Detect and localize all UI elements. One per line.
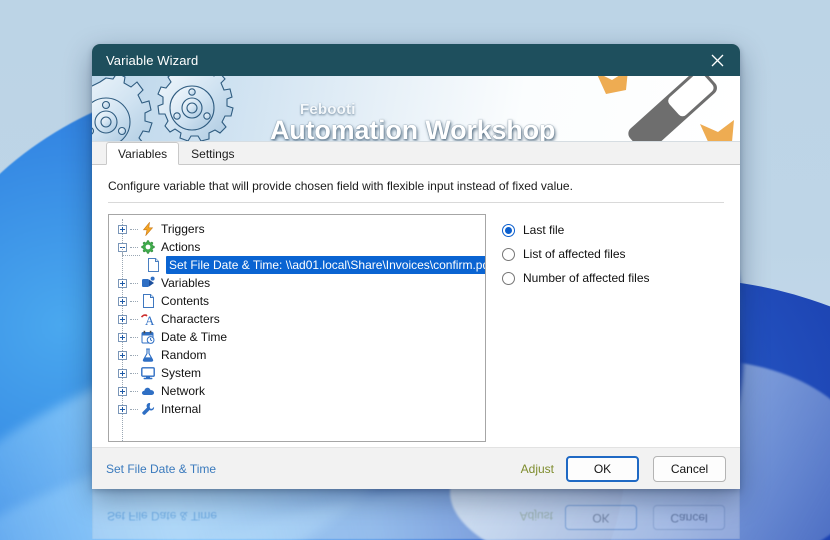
radio-number-of-affected-files[interactable]: Number of affected files xyxy=(502,266,724,290)
tree-node-system[interactable]: System xyxy=(109,364,485,382)
tree-node-label: Actions xyxy=(161,240,201,254)
tree-node-date-time[interactable]: Date & Time xyxy=(109,328,485,346)
tree-node-label: Random xyxy=(161,348,207,362)
lightning-bolt-icon xyxy=(140,221,156,237)
radio-last-file[interactable]: Last file xyxy=(502,218,724,242)
variable-wizard-dialog: Variable Wizard Febooti Automation Works… xyxy=(92,44,740,489)
expander-plus-icon[interactable] xyxy=(118,386,127,396)
tree-node-label: Variables xyxy=(161,276,211,290)
tree-node-contents[interactable]: Contents xyxy=(109,292,485,310)
variables-icon xyxy=(140,275,156,291)
radio-unselected-icon xyxy=(502,247,515,261)
footer-context-link[interactable]: Set File Date & Time xyxy=(106,462,216,476)
tree-connector xyxy=(130,408,138,410)
tree-node-label: Set File Date & Time: \\ad01.local\Share… xyxy=(166,256,485,274)
radio-list-of-affected-files-label: List of affected files xyxy=(523,247,626,261)
gears-icon xyxy=(92,76,234,141)
radio-number-of-affected-files-label: Number of affected files xyxy=(523,271,650,285)
file-option-group: Last file List of affected files Number … xyxy=(502,214,724,447)
ok-button[interactable]: OK xyxy=(566,455,639,482)
tree-node-random[interactable]: Random xyxy=(109,346,485,364)
tree-node-actions[interactable]: Actions xyxy=(109,238,485,256)
tree-node-set-file-date-time[interactable]: Set File Date & Time: \\ad01.local\Share… xyxy=(109,247,485,274)
tab-settings-label: Settings xyxy=(191,147,235,161)
divider xyxy=(108,202,724,203)
document-icon xyxy=(145,257,161,273)
dialog-footer: Set File Date & Time Adjust OK Cancel xyxy=(92,447,740,489)
tree-node-label: Triggers xyxy=(161,222,205,236)
tree-connector xyxy=(130,354,138,356)
wrench-icon xyxy=(140,401,156,417)
tree-connector xyxy=(122,247,140,256)
tree-connector xyxy=(130,300,138,302)
tree-connector xyxy=(130,372,138,374)
description-text: Configure variable that will provide cho… xyxy=(108,179,573,193)
brand-subtitle: Febooti xyxy=(300,101,356,118)
letter-a-icon: A xyxy=(140,311,156,327)
close-button[interactable] xyxy=(694,44,740,76)
eraser-icon xyxy=(597,76,734,141)
flask-icon xyxy=(140,347,156,363)
tree-connector xyxy=(130,228,138,230)
content-row: Triggers Actions Set File Date & Time: \… xyxy=(108,214,724,447)
expander-plus-icon[interactable] xyxy=(118,332,127,342)
expander-plus-icon[interactable] xyxy=(118,350,127,360)
tree-node-label: Network xyxy=(161,384,206,398)
brand-title: Automation Workshop xyxy=(270,115,556,142)
tab-strip: Variables Settings xyxy=(92,142,740,165)
cancel-button[interactable]: Cancel xyxy=(653,455,726,482)
radio-last-file-label: Last file xyxy=(523,223,565,237)
brand-lockup: Febooti Automation Workshop xyxy=(270,102,556,142)
contents-page-icon xyxy=(140,293,156,309)
tree-node-variables[interactable]: Variables xyxy=(109,274,485,292)
dialog-body: Configure variable that will provide cho… xyxy=(92,165,740,447)
tree-node-characters[interactable]: A Characters xyxy=(109,310,485,328)
variable-tree[interactable]: Triggers Actions Set File Date & Time: \… xyxy=(108,214,486,442)
tree-node-internal[interactable]: Internal xyxy=(109,400,485,418)
close-icon xyxy=(711,54,723,66)
expander-plus-icon[interactable] xyxy=(118,404,127,414)
tree-connector xyxy=(130,336,138,338)
tree-node-network[interactable]: Network xyxy=(109,382,485,400)
title-bar: Variable Wizard xyxy=(92,44,740,76)
calendar-clock-icon xyxy=(140,329,156,345)
tree-node-label: System xyxy=(161,366,202,380)
tree-connector xyxy=(130,390,138,392)
cloud-icon xyxy=(140,383,156,399)
tab-variables[interactable]: Variables xyxy=(106,142,180,165)
brand-banner: Febooti Automation Workshop xyxy=(92,76,740,142)
adjust-link[interactable]: Adjust xyxy=(521,462,554,476)
desktop: Set File Date & Time Adjust OK Cancel Va… xyxy=(0,0,830,540)
expander-plus-icon[interactable] xyxy=(118,314,127,324)
green-gear-icon xyxy=(140,239,156,255)
tree-node-label: Characters xyxy=(161,312,220,326)
monitor-icon xyxy=(140,365,156,381)
tree-node-triggers[interactable]: Triggers xyxy=(109,220,485,238)
tree-node-label: Internal xyxy=(161,402,202,416)
radio-unselected-icon xyxy=(502,271,515,285)
expander-plus-icon[interactable] xyxy=(118,278,127,288)
tree-node-label: Date & Time xyxy=(161,330,228,344)
radio-list-of-affected-files[interactable]: List of affected files xyxy=(502,242,724,266)
tab-settings[interactable]: Settings xyxy=(179,142,246,165)
tab-variables-label: Variables xyxy=(118,147,168,161)
expander-plus-icon[interactable] xyxy=(118,296,127,306)
expander-plus-icon[interactable] xyxy=(118,368,127,378)
tree-node-label: Contents xyxy=(161,294,210,308)
tree-connector xyxy=(130,318,138,320)
radio-selected-icon xyxy=(502,223,515,237)
window-title: Variable Wizard xyxy=(106,52,199,68)
expander-plus-icon[interactable] xyxy=(118,224,127,234)
tree-connector xyxy=(130,282,138,284)
